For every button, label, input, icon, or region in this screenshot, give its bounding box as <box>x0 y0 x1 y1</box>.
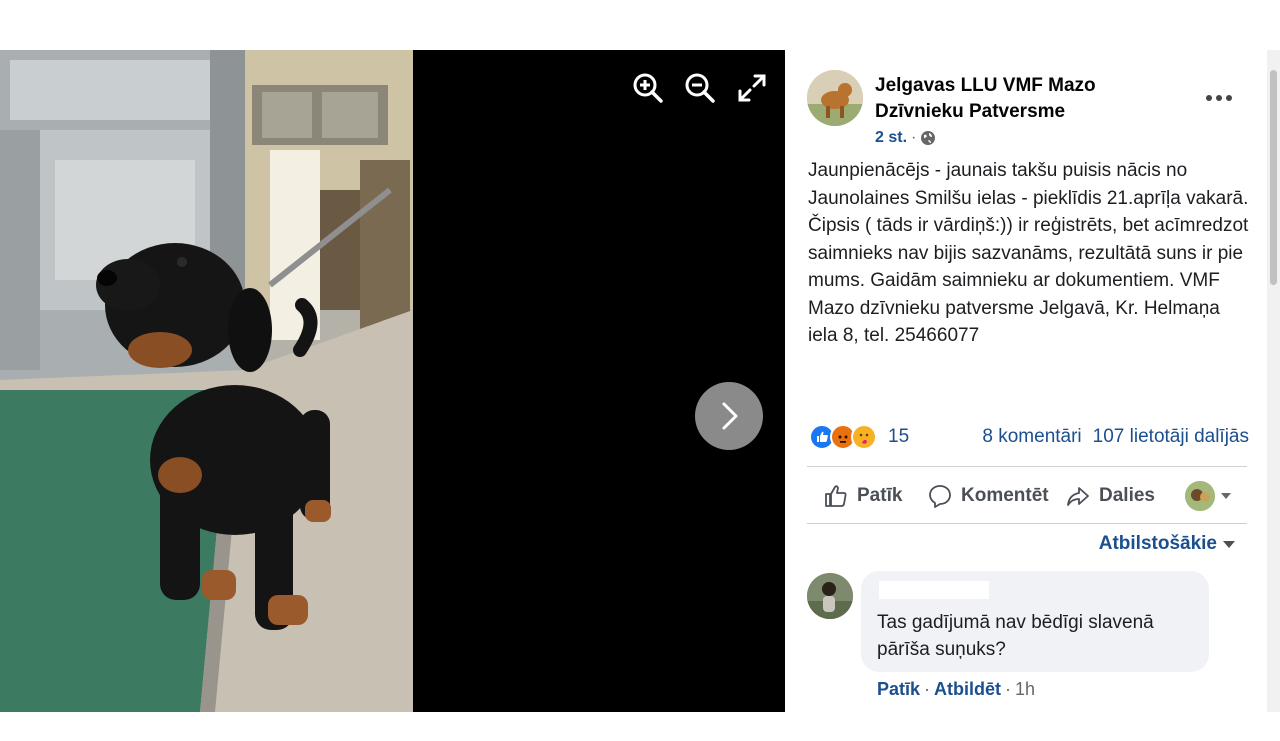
comment-item: Tas gadījumā nav bēdīgi slavenā pārīša s… <box>807 571 1247 711</box>
zoom-in-icon <box>633 73 663 103</box>
more-options-button[interactable] <box>1201 86 1237 110</box>
zoom-in-button[interactable] <box>632 72 664 104</box>
panel-scrollbar[interactable] <box>1267 50 1280 712</box>
share-button[interactable]: Dalies <box>1065 483 1155 509</box>
comment-like-link[interactable]: Patīk <box>877 679 920 700</box>
dot-icon <box>1216 95 1222 101</box>
post-time[interactable]: 2 st. <box>875 129 907 147</box>
thumb-up-icon <box>825 485 847 507</box>
user-avatar-image <box>1185 481 1215 511</box>
fullscreen-icon <box>738 74 766 102</box>
post-actions: Patīk Komentēt Dalies <box>807 478 1247 514</box>
comment-bubble: Tas gadījumā nav bēdīgi slavenā pārīša s… <box>861 571 1209 672</box>
post-panel: Jelgavas LLU VMF Mazo Dzīvnieku Patversm… <box>785 50 1267 712</box>
share-icon <box>1067 487 1089 506</box>
globe-icon <box>921 131 936 145</box>
post-header: Jelgavas LLU VMF Mazo Dzīvnieku Patversm… <box>807 70 1247 150</box>
comment-sort-dropdown[interactable]: Atbilstošākie <box>1099 533 1235 555</box>
comment-separator: · <box>924 679 931 699</box>
commenter-avatar-image <box>807 573 853 619</box>
page-avatar-image <box>807 70 863 126</box>
scrollbar-thumb[interactable] <box>1270 70 1277 285</box>
comment-sort-label: Atbilstošākie <box>1098 533 1217 554</box>
page-name-link[interactable]: Jelgavas LLU VMF Mazo Dzīvnieku Patversm… <box>875 73 1175 125</box>
like-button[interactable]: Patīk <box>823 483 902 509</box>
comment-text: Tas gadījumā nav bēdīgi slavenā pārīša s… <box>877 612 1154 660</box>
like-label: Patīk <box>857 485 903 506</box>
caret-down-icon <box>1223 540 1235 548</box>
zoom-out-icon <box>685 73 715 103</box>
divider <box>807 523 1247 524</box>
divider <box>807 466 1247 467</box>
commenter-name-redacted <box>879 581 989 599</box>
post-as-selector[interactable] <box>1185 481 1231 511</box>
comment-label: Komentēt <box>961 485 1049 506</box>
reactions-bar: 15 8 komentāri 107 lietotāji dalījās <box>809 424 1249 450</box>
reaction-count[interactable]: 15 <box>888 426 909 448</box>
fullscreen-button[interactable] <box>736 72 768 104</box>
post-text: Jaunpienācējs - jaunais takšu puisis nāc… <box>808 160 1249 346</box>
next-photo-button[interactable] <box>695 382 763 450</box>
care-face-glyph-icon <box>859 433 869 444</box>
meta-separator: · <box>911 129 917 146</box>
post-photo[interactable] <box>0 50 413 712</box>
shares-count-link[interactable]: 107 lietotāji dalījās <box>1093 426 1249 448</box>
chevron-right-icon <box>722 402 738 430</box>
post-meta: 2 st. · <box>875 129 936 147</box>
viewer-toolbar <box>632 72 768 104</box>
comment-time[interactable]: 1h <box>1015 679 1035 700</box>
comments-count-link[interactable]: 8 komentāri <box>982 426 1081 448</box>
comment-button[interactable]: Komentēt <box>927 483 1049 509</box>
caret-down-icon <box>1221 493 1231 499</box>
zoom-out-button[interactable] <box>684 72 716 104</box>
engagement-stats: 8 komentāri 107 lietotāji dalījās <box>982 426 1249 448</box>
dog-photo-image <box>0 50 413 712</box>
dot-icon <box>1206 95 1212 101</box>
user-avatar <box>1185 481 1215 511</box>
photo-viewer <box>0 50 785 712</box>
reaction-icons[interactable] <box>809 424 877 450</box>
comment-actions: Patīk · Atbildēt · 1h <box>877 679 1035 700</box>
dot-icon <box>1226 95 1232 101</box>
comment-separator: · <box>1005 679 1012 699</box>
care-reaction-icon <box>851 424 877 450</box>
comment-reply-link[interactable]: Atbildēt <box>934 679 1001 700</box>
page-avatar[interactable] <box>807 70 863 126</box>
comment-icon <box>929 485 951 508</box>
commenter-avatar[interactable] <box>807 573 853 619</box>
share-label: Dalies <box>1099 485 1155 506</box>
